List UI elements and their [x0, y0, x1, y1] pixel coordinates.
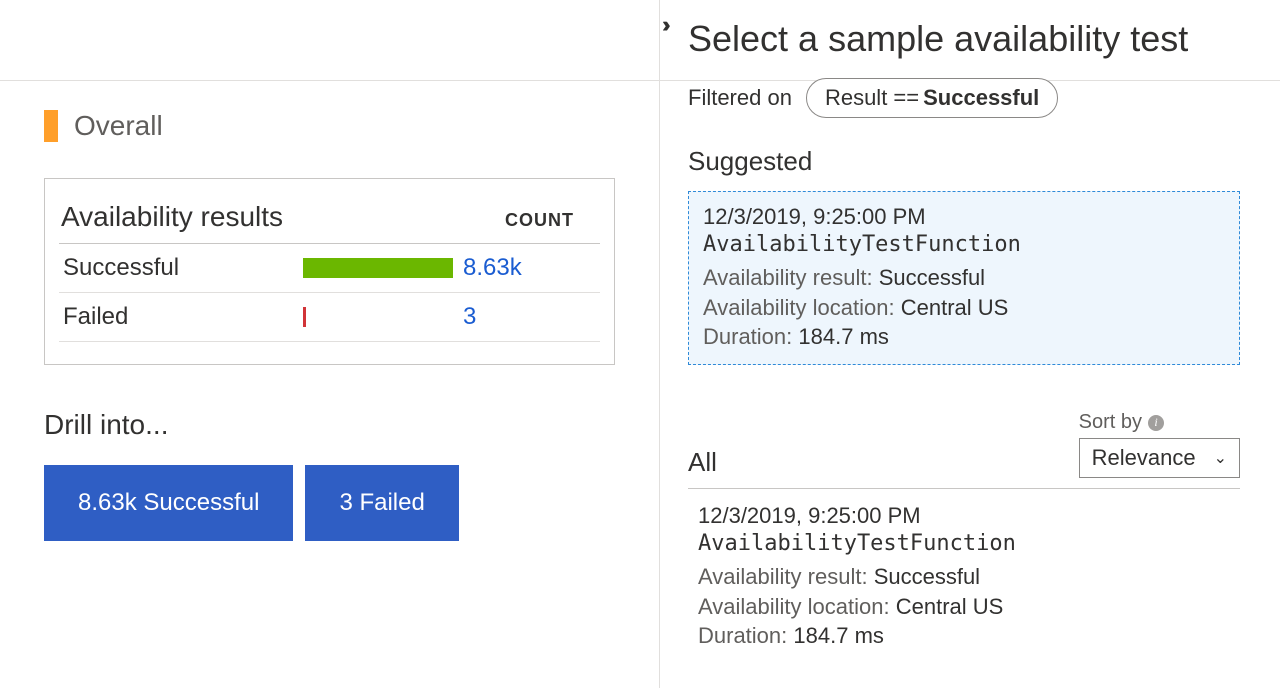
sort-value: Relevance — [1092, 445, 1196, 471]
meta-duration-value: 184.7 ms — [798, 324, 889, 349]
result-label: Failed — [63, 303, 303, 331]
meta-duration-label: Duration: — [698, 623, 787, 648]
sample-name: AvailabilityTestFunction — [698, 531, 1240, 556]
result-count: 3 — [463, 303, 476, 331]
sort-select[interactable]: Relevance ⌄ — [1079, 438, 1240, 478]
collapse-icon[interactable]: ›› — [662, 14, 665, 36]
overall-accent-bar — [44, 110, 58, 142]
meta-result-label: Availability result: — [703, 265, 873, 290]
meta-duration-label: Duration: — [703, 324, 792, 349]
meta-result-value: Successful — [874, 564, 980, 589]
drill-into-label: Drill into... — [44, 409, 615, 441]
bar-failed — [303, 307, 306, 327]
filter-label: Filtered on — [688, 85, 792, 111]
right-pane-title: Select a sample availability test — [688, 18, 1240, 60]
meta-location-label: Availability location: — [703, 295, 895, 320]
result-bar-cell — [303, 258, 463, 278]
drill-failed-button[interactable]: 3 Failed — [305, 465, 458, 541]
right-pane: ›› Select a sample availability test Fil… — [660, 0, 1280, 688]
sort-by-label: Sort by i — [1079, 411, 1164, 434]
filter-value: Successful — [923, 85, 1039, 111]
overall-header: Overall — [44, 110, 615, 142]
suggested-section-label: Suggested — [688, 146, 1240, 177]
result-row-failed[interactable]: Failed 3 — [59, 293, 600, 342]
meta-location-value: Central US — [901, 295, 1009, 320]
drill-successful-button[interactable]: 8.63k Successful — [44, 465, 293, 541]
suggested-sample-card[interactable]: 12/3/2019, 9:25:00 PM AvailabilityTestFu… — [688, 191, 1240, 365]
availability-results-card: Availability results COUNT Successful 8.… — [44, 178, 615, 365]
bar-successful — [303, 258, 453, 278]
all-sample-item[interactable]: 12/3/2019, 9:25:00 PM AvailabilityTestFu… — [688, 489, 1240, 651]
filter-prefix: Result == — [825, 85, 919, 111]
meta-result-label: Availability result: — [698, 564, 868, 589]
result-bar-cell — [303, 307, 463, 327]
all-section-label: All — [688, 447, 717, 478]
sample-name: AvailabilityTestFunction — [703, 232, 1225, 257]
filter-row: Filtered on Result == Successful — [688, 78, 1240, 118]
results-title: Availability results — [61, 201, 283, 233]
meta-result-value: Successful — [879, 265, 985, 290]
result-label: Successful — [63, 254, 303, 282]
filter-chip[interactable]: Result == Successful — [806, 78, 1058, 118]
result-count: 8.63k — [463, 254, 522, 282]
count-column-header: COUNT — [505, 210, 600, 231]
meta-location-label: Availability location: — [698, 594, 890, 619]
info-icon[interactable]: i — [1148, 415, 1164, 431]
chevron-down-icon: ⌄ — [1214, 448, 1227, 468]
meta-location-value: Central US — [896, 594, 1004, 619]
sample-timestamp: 12/3/2019, 9:25:00 PM — [703, 204, 1225, 230]
left-pane: Overall Availability results COUNT Succe… — [0, 0, 660, 688]
meta-duration-value: 184.7 ms — [793, 623, 884, 648]
overall-label: Overall — [74, 110, 163, 142]
sample-timestamp: 12/3/2019, 9:25:00 PM — [698, 503, 1240, 529]
result-row-successful[interactable]: Successful 8.63k — [59, 244, 600, 293]
sort-by-text: Sort by — [1079, 411, 1142, 434]
